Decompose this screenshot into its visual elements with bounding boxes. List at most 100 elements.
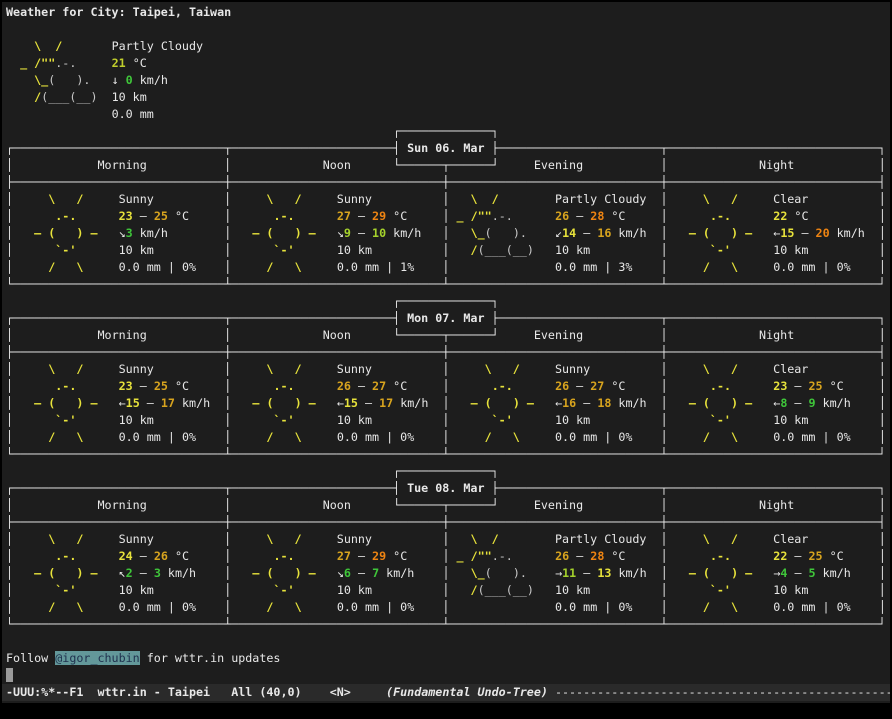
text [407,209,442,223]
precip-value: 0.0 mm [555,260,597,274]
text: km/h [386,226,421,240]
terminal-line: _ /"".-. 21 °C [6,55,890,72]
table-border: │ [6,158,13,172]
period-label: Night [759,328,794,342]
text: km/h [611,396,646,410]
text [83,430,118,444]
text: – [133,549,154,563]
weather-icon: (___(__) [478,243,534,257]
terminal-line: │ – ( ) – ↘3 km/h │ – ( ) – ↘9 – 10 km/h… [6,225,890,242]
twitter-handle[interactable]: @igor_chubin [55,651,139,665]
weather-icon: ( ). [48,73,90,87]
weather-icon: \ / [449,192,498,206]
text: km/h [611,226,646,240]
text [513,379,555,393]
text [13,328,97,342]
table-border: │ [879,600,886,614]
weather-icon: .-. [55,56,76,70]
table-border: │ [879,532,886,546]
text [731,243,773,257]
modeline-stats: -UUU:%*--F1 [6,685,83,699]
table-border: ├──────────────────────────────┼────────… [6,175,886,189]
chance-value: 0% [837,600,851,614]
table-border: ├──────────────────────────────┼────────… [6,345,886,359]
wind-value: 10 [372,226,386,240]
temp-value: 26 [555,209,569,223]
text [231,158,322,172]
weather-icon: .-. [13,549,76,563]
weather-icon: \ / [231,192,301,206]
modeline-dashes: ----------------------------------------… [555,685,890,699]
weather-icon: / \ [449,430,519,444]
table-border: │ [661,260,668,274]
text [499,328,534,342]
temp-value: 25 [154,209,168,223]
footer-text: for wttr.in updates [140,651,281,665]
text [738,600,773,614]
wind-value: 3 [126,226,133,240]
terminal-line [6,633,890,650]
text: | [379,260,400,274]
text: – [569,379,590,393]
period-label: Evening [534,328,583,342]
temp-value: 27 [590,379,604,393]
text [372,583,442,597]
text: – [787,549,808,563]
modeline: -UUU:%*--F1 wttr.in - Taipei All (40,0) … [2,684,890,701]
text [583,328,660,342]
terminal-line: │ / \ 0.0 mm | 0% │ / \ 0.0 mm | 1% │ 0.… [6,259,890,276]
weather-icon: _ /"" [449,209,491,223]
text [316,566,337,580]
text: °C [823,379,844,393]
text [647,566,661,580]
text [189,379,224,393]
text [527,566,555,580]
weather-icon: / \ [13,430,83,444]
weather-icon: – ( ) – [231,226,315,240]
text [499,158,534,172]
table-border: └──────────────────────────────┴────────… [6,277,886,291]
weather-icon: .-. [231,549,294,563]
wind-value: 17 [379,396,393,410]
period-label: Night [759,498,794,512]
text: – [351,566,372,580]
weather-icon: – ( ) – [231,396,315,410]
table-border: │ [661,328,668,342]
text [534,583,555,597]
text: °C [604,209,625,223]
text [407,379,442,393]
table-border: │ [6,549,13,563]
visibility-value: 10 km [119,243,154,257]
text [295,583,337,597]
text [421,226,442,240]
visibility-value: 10 km [112,90,147,104]
terminal-line: │ Morning │ Noon └──────┬──────┘ Evening… [6,157,890,174]
weather-icon: (___(__) [41,90,97,104]
weather-icon: / [449,243,477,257]
text [513,209,555,223]
terminal-line: Follow @igor_chubin for wttr.in updates [6,650,890,667]
text: – [351,379,372,393]
text: km/h [133,226,168,240]
temp-value: 25 [808,379,822,393]
temp-value: 27 [337,549,351,563]
table-border: │ [661,192,668,206]
weather-icon: – ( ) – [13,396,97,410]
text [499,192,555,206]
condition-text: Clear [773,192,808,206]
precip-value: 0.0 mm [555,430,597,444]
text: km/h [611,566,646,580]
text [231,328,322,342]
table-border: │ [661,430,668,444]
text [808,192,878,206]
text: °C [168,379,189,393]
text [632,600,660,614]
wind-value: 15 [780,226,794,240]
terminal-line: │ \ / Sunny │ \ / Sunny │ \ / Partly Clo… [6,191,890,208]
condition-text: Sunny [337,192,372,206]
temp-value: 29 [372,209,386,223]
terminal-line: ┌─────────────┐ [6,123,890,140]
text: km/h [816,396,851,410]
wind-arrow-icon: ← [337,396,344,410]
weather-icon: `-' [13,243,76,257]
